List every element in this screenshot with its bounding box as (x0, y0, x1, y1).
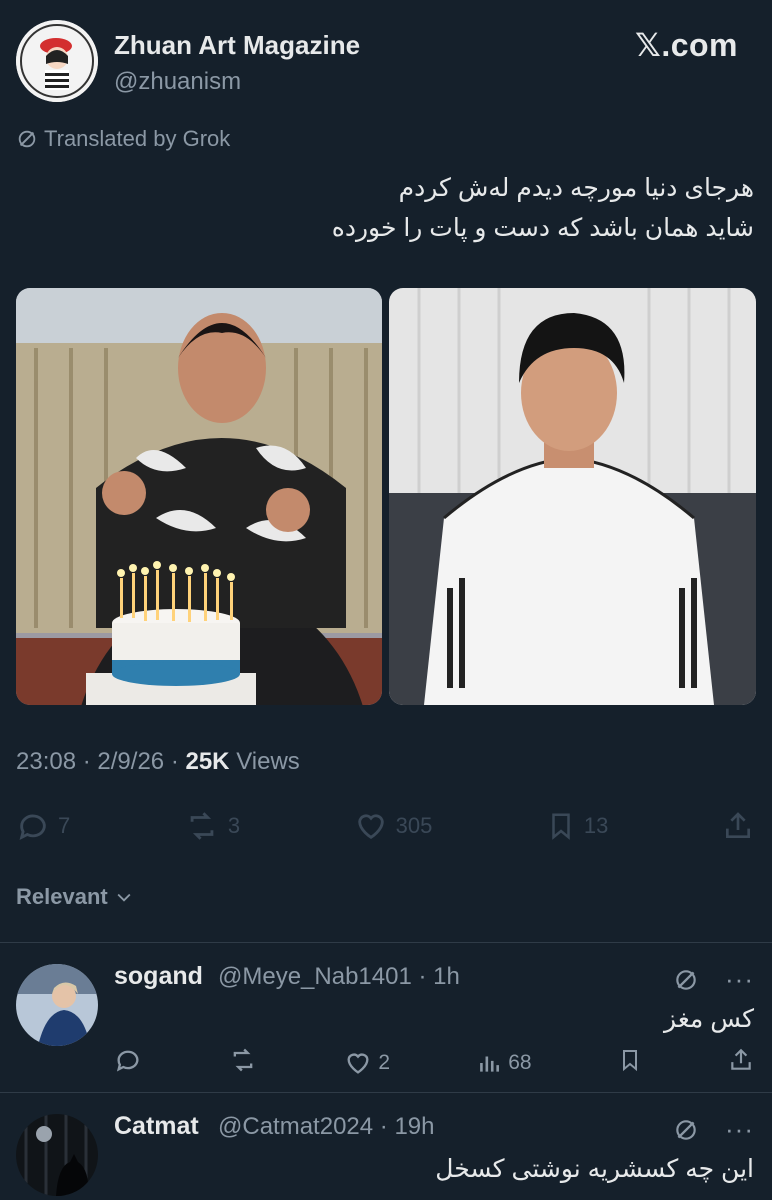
share-icon (731, 1048, 751, 1070)
author-name[interactable]: Zhuan Art Magazine (114, 30, 360, 61)
reply-like-count: 2 (378, 1051, 391, 1074)
reply-text: این چه کسشریه نوشتی کسخل (435, 1155, 754, 1183)
views-label: Views (236, 748, 300, 775)
reply-repost-button[interactable] (228, 1046, 258, 1080)
bookmark-icon (622, 1050, 637, 1072)
reply-bookmark-button[interactable] (618, 1046, 642, 1080)
reply-time: 19h (394, 1113, 435, 1140)
reply-author-handle[interactable]: @Meye_Nab1401 · 1h (218, 963, 460, 991)
post-meta: 23:08 · 2/9/26 · 25K Views (16, 748, 300, 775)
post-date[interactable]: 2/9/26 (97, 748, 164, 775)
reply-sort-label: Relevant (16, 884, 108, 909)
post-text-line-1: هرجای دنیا مورچه دیدم له‌ش کردم (398, 174, 754, 202)
reply-avatar[interactable] (16, 1114, 98, 1196)
repost-icon (233, 1048, 253, 1072)
repost-icon (190, 812, 214, 840)
reply-icon (116, 1050, 139, 1072)
translation-notice[interactable]: Translated by Grok (16, 126, 230, 152)
grok-translate-icon[interactable] (673, 967, 699, 993)
reply-author-name[interactable]: Catmat (114, 1112, 199, 1141)
reply-item[interactable]: sogand @Meye_Nab1401 · 1h ··· کس مغز 2 6… (0, 942, 772, 1092)
heart-icon (347, 1053, 369, 1074)
author-handle[interactable]: @zhuanism (114, 68, 241, 96)
reply-top-icons: ··· (673, 964, 754, 995)
reply-icon (19, 814, 46, 840)
reply-handle-text: @Catmat2024 (218, 1113, 374, 1140)
repost-button[interactable]: 3 (184, 809, 240, 843)
share-icon (725, 812, 750, 838)
reply-time: 1h (433, 963, 460, 990)
chevron-down-icon (117, 893, 131, 902)
share-button[interactable] (722, 809, 754, 843)
reply-item[interactable]: Catmat @Catmat2024 · 19h ··· این چه کسشر… (0, 1092, 772, 1200)
reply-actions: 2 68 (114, 1046, 754, 1080)
post-photo-1[interactable] (16, 288, 382, 705)
repost-count: 3 (227, 813, 241, 838)
reply-author-name[interactable]: sogand (114, 962, 203, 991)
reply-count: 7 (58, 813, 71, 838)
translation-label: Translated by Grok (44, 126, 231, 151)
reply-views-count: 68 (508, 1051, 532, 1074)
reply-author-handle[interactable]: @Catmat2024 · 19h (218, 1113, 435, 1141)
bookmark-icon (552, 813, 570, 840)
grok-icon (18, 130, 36, 148)
post-actions: 7 3 305 13 (16, 808, 754, 844)
bookmark-button[interactable]: 13 (546, 809, 608, 843)
views-count: 25K (185, 748, 230, 775)
grok-translate-icon[interactable] (673, 1117, 699, 1143)
post-header: Zhuan Art Magazine @zhuanism 𝕏.com (16, 18, 756, 108)
reply-share-button[interactable] (728, 1046, 754, 1080)
analytics-icon (480, 1056, 500, 1072)
post-text: هرجای دنیا مورچه دیدم له‌ش کردم شاید هما… (34, 168, 754, 248)
reply-reply-button[interactable] (114, 1046, 142, 1080)
more-options-icon[interactable]: ··· (725, 1114, 754, 1145)
x-com-logo: 𝕏.com (635, 27, 738, 63)
like-button[interactable]: 305 (354, 809, 433, 843)
reply-views-button[interactable]: 68 (476, 1049, 532, 1077)
bookmark-count: 13 (583, 813, 609, 838)
reply-top-icons: ··· (673, 1114, 754, 1145)
reply-like-button[interactable]: 2 (344, 1049, 390, 1077)
post-time[interactable]: 23:08 (16, 748, 76, 775)
like-count: 305 (395, 813, 433, 838)
heart-icon (357, 814, 384, 840)
more-options-icon[interactable]: ··· (725, 964, 754, 995)
author-avatar[interactable] (16, 20, 98, 102)
reply-button[interactable]: 7 (16, 809, 70, 843)
post-text-line-2: شاید همان باشد که دست و پات را خورده (331, 214, 754, 242)
post-photo-2[interactable] (389, 288, 756, 705)
reply-avatar[interactable] (16, 964, 98, 1046)
reply-text: کس مغز (664, 1005, 754, 1033)
reply-handle-text: @Meye_Nab1401 (218, 963, 412, 990)
reply-sort-dropdown[interactable]: Relevant (16, 884, 134, 910)
